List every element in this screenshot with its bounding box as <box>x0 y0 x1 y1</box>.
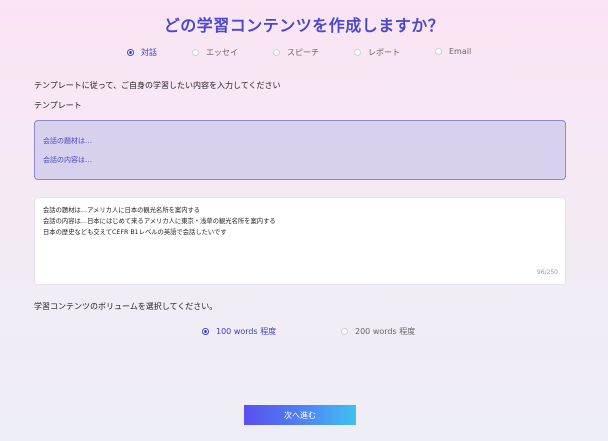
radio-label: エッセイ <box>206 48 238 57</box>
radio-label: レポート <box>368 48 400 57</box>
radio-essay[interactable]: エッセイ <box>192 47 238 58</box>
radio-dot[interactable] <box>435 48 442 55</box>
template-heading: テンプレート <box>34 101 82 110</box>
next-button[interactable]: 次へ進む <box>244 405 356 425</box>
instruction-text: テンプレートに従って、ご自身の学習したい内容を入力してください <box>34 81 281 90</box>
input-line: 会話の題材は…アメリカ人に日本の観光名所を案内する <box>43 207 201 214</box>
input-line: 日本の歴史なども交えてCEFR B1レベルの英語で会話したいです <box>43 229 227 236</box>
radio-label: 対話 <box>141 48 157 57</box>
template-box: 会話の題材は… 会話の内容は… <box>34 120 566 180</box>
radio-speech[interactable]: スピーチ <box>273 47 319 58</box>
template-line: 会話の題材は… <box>43 137 92 145</box>
radio-dot[interactable] <box>273 49 280 56</box>
radio-dot[interactable] <box>192 49 199 56</box>
radio-label: 200 words 程度 <box>355 327 416 336</box>
page-title: どの学習コンテンツを作成しますか？ <box>163 16 445 35</box>
template-line: 会話の内容は… <box>43 156 92 164</box>
radio-report[interactable]: レポート <box>354 47 400 58</box>
radio-dialogue[interactable]: 対話 <box>127 47 157 58</box>
radio-dot[interactable] <box>341 328 348 335</box>
radio-dot[interactable] <box>354 49 361 56</box>
radio-dot[interactable] <box>127 49 134 56</box>
radio-label: 100 words 程度 <box>216 327 277 336</box>
volume-label: 学習コンテンツのボリュームを選択してください。 <box>34 302 218 311</box>
radio-100-words[interactable]: 100 words 程度 <box>202 326 276 337</box>
content-input-textarea[interactable]: 会話の題材は…アメリカ人に日本の観光名所を案内する 会話の内容は…日本にはじめて… <box>34 197 566 285</box>
radio-200-words[interactable]: 200 words 程度 <box>341 326 415 337</box>
radio-label: Email <box>449 47 472 56</box>
character-counter: 96/250 <box>536 269 558 276</box>
input-line: 会話の内容は…日本にはじめて来るアメリカ人に東京・浅草の観光名所を案内する <box>43 218 276 225</box>
radio-dot[interactable] <box>202 328 209 335</box>
radio-email[interactable]: Email <box>435 47 471 56</box>
radio-label: スピーチ <box>287 48 319 57</box>
